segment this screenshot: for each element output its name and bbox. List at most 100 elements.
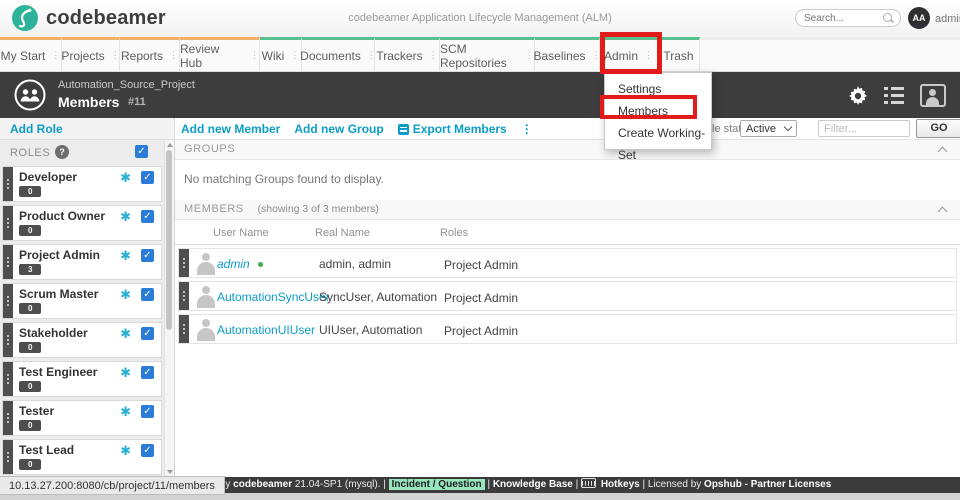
gear-icon[interactable] — [848, 86, 868, 106]
add-role-link[interactable]: Add Role — [10, 122, 63, 136]
members-count: (showing 3 of 3 members) — [257, 203, 378, 215]
drag-handle[interactable] — [3, 206, 13, 240]
role-checkbox[interactable]: ✓ — [141, 288, 154, 301]
tab-menu-kebab-icon[interactable]: ⋮ — [51, 50, 60, 61]
roles-select-all-checkbox[interactable]: ✓ — [135, 145, 148, 158]
member-username-link[interactable]: AutomationSyncUser — [217, 290, 330, 304]
role-checkbox[interactable]: ✓ — [141, 210, 154, 223]
add-member-link[interactable]: Add new Member — [181, 122, 280, 136]
search-input[interactable] — [802, 12, 883, 25]
nav-tab[interactable]: Admin ⋮ — [600, 37, 658, 71]
admin-menu-item[interactable]: Create Working-Set — [605, 122, 711, 144]
drag-handle[interactable] — [3, 284, 13, 318]
content-area: ROLES ? ✓ Developer 0 ✱ ✓ Product Owner … — [0, 140, 960, 477]
nav-tab[interactable]: Review Hub ⋮ — [180, 37, 260, 71]
role-checkbox[interactable]: ✓ — [141, 171, 154, 184]
drag-handle[interactable] — [179, 249, 189, 277]
toolbar-kebab-icon[interactable]: ⋮ — [521, 122, 533, 136]
drag-handle[interactable] — [179, 315, 189, 343]
nav-tab[interactable]: Trackers ⋮ — [375, 37, 440, 71]
export-members-link[interactable]: Export Members — [398, 122, 507, 136]
scroll-down-icon[interactable] — [167, 470, 173, 474]
list-view-icon[interactable] — [884, 87, 904, 104]
status-select[interactable]: Active — [740, 120, 797, 137]
go-button[interactable]: GO — [916, 119, 960, 138]
role-checkbox[interactable]: ✓ — [141, 249, 154, 262]
role-checkbox[interactable]: ✓ — [141, 444, 154, 457]
incident-question-link[interactable]: Incident / Question — [389, 479, 485, 490]
role-card[interactable]: Test Lead 0 ✱ ✓ — [2, 439, 162, 475]
drag-handle[interactable] — [179, 282, 189, 310]
people-circle-icon — [14, 79, 46, 116]
drag-handle[interactable] — [3, 323, 13, 357]
magnifier-icon[interactable] — [883, 13, 894, 24]
nav-tab-label: Trash — [663, 49, 693, 63]
portrait-view-icon[interactable] — [920, 84, 946, 107]
drag-handle[interactable] — [3, 245, 13, 279]
knowledge-base-link[interactable]: Knowledge Base — [493, 479, 573, 490]
nav-tab[interactable]: Trash ⋮ — [658, 37, 700, 71]
nav-tab[interactable]: Wiki ⋮ — [260, 37, 302, 71]
asterisk-icon[interactable]: ✱ — [120, 443, 131, 459]
roles-list: Developer 0 ✱ ✓ Product Owner 0 ✱ ✓ Proj… — [0, 166, 162, 477]
admin-menu-item[interactable]: Settings — [605, 78, 711, 100]
role-card[interactable]: Test Engineer 0 ✱ ✓ — [2, 361, 162, 397]
groups-title: GROUPS — [184, 143, 235, 155]
scroll-up-icon[interactable] — [167, 143, 173, 147]
role-card[interactable]: Stakeholder 0 ✱ ✓ — [2, 322, 162, 358]
drag-handle[interactable] — [3, 440, 13, 474]
admin-menu-item[interactable]: Members — [605, 100, 711, 122]
user-avatar[interactable]: AA — [908, 7, 930, 29]
tab-menu-kebab-icon[interactable]: ⋮ — [111, 50, 120, 61]
role-card[interactable]: Product Owner 0 ✱ ✓ — [2, 205, 162, 241]
nav-tab[interactable]: SCM Repositories ⋮ — [440, 37, 535, 71]
hotkeys-link[interactable]: Hotkeys — [601, 479, 640, 490]
question-circle-icon[interactable]: ? — [55, 145, 69, 159]
tab-menu-kebab-icon[interactable]: ⋮ — [250, 50, 259, 61]
role-checkbox[interactable]: ✓ — [141, 405, 154, 418]
members-section-header: MEMBERS (showing 3 of 3 members) — [175, 200, 960, 220]
drag-handle[interactable] — [3, 362, 13, 396]
collapse-icon[interactable] — [938, 207, 948, 217]
tab-menu-kebab-icon[interactable]: ⋮ — [290, 50, 299, 61]
role-card[interactable]: Scrum Master 0 ✱ ✓ — [2, 283, 162, 319]
role-card[interactable]: Project Admin 3 ✱ ✓ — [2, 244, 162, 280]
drag-handle[interactable] — [3, 167, 13, 201]
role-checkbox[interactable]: ✓ — [141, 366, 154, 379]
nav-tab[interactable]: Projects ⋮ — [62, 37, 120, 71]
nav-tab[interactable]: My Start ⋮ — [0, 37, 62, 71]
asterisk-icon[interactable]: ✱ — [120, 248, 131, 264]
role-member-count-badge: 0 — [19, 303, 41, 314]
role-card[interactable]: Tester 0 ✱ ✓ — [2, 400, 162, 436]
role-card[interactable]: Developer 0 ✱ ✓ — [2, 166, 162, 202]
project-name[interactable]: Automation_Source_Project — [58, 79, 195, 91]
collapse-icon[interactable] — [938, 147, 948, 157]
asterisk-icon[interactable]: ✱ — [120, 404, 131, 420]
filter-input[interactable] — [818, 120, 910, 137]
nav-tab[interactable]: Baselines ⋮ — [535, 37, 600, 71]
user-avatar-icon — [196, 252, 216, 275]
chevron-down-icon — [784, 123, 792, 131]
admin-dropdown-menu: Settings Members Create Working-Set — [604, 72, 712, 150]
role-checkbox[interactable]: ✓ — [141, 327, 154, 340]
user-name[interactable]: admin — [935, 13, 960, 25]
sidebar-toolbar: Add Role — [0, 118, 175, 140]
nav-tab[interactable]: Documents ⋮ — [302, 37, 375, 71]
drag-handle[interactable] — [3, 401, 13, 435]
add-group-link[interactable]: Add new Group — [294, 122, 383, 136]
scrollbar-thumb[interactable] — [166, 150, 172, 330]
asterisk-icon[interactable]: ✱ — [120, 326, 131, 342]
sidebar-scrollbar[interactable] — [164, 140, 174, 477]
member-username-link[interactable]: admin — [217, 257, 250, 271]
main-nav: My Start ⋮ Projects ⋮ Reports ⋮ Review H… — [0, 37, 960, 72]
asterisk-icon[interactable]: ✱ — [120, 209, 131, 225]
member-username-link[interactable]: AutomationUIUser — [217, 323, 315, 337]
asterisk-icon[interactable]: ✱ — [120, 365, 131, 381]
tab-menu-kebab-icon[interactable]: ⋮ — [644, 50, 653, 61]
tab-menu-kebab-icon[interactable]: ⋮ — [429, 50, 438, 61]
global-search[interactable] — [795, 9, 901, 27]
nav-tab[interactable]: Reports ⋮ — [120, 37, 180, 71]
asterisk-icon[interactable]: ✱ — [120, 170, 131, 186]
asterisk-icon[interactable]: ✱ — [120, 287, 131, 303]
tab-menu-kebab-icon[interactable]: ⋮ — [169, 50, 178, 61]
